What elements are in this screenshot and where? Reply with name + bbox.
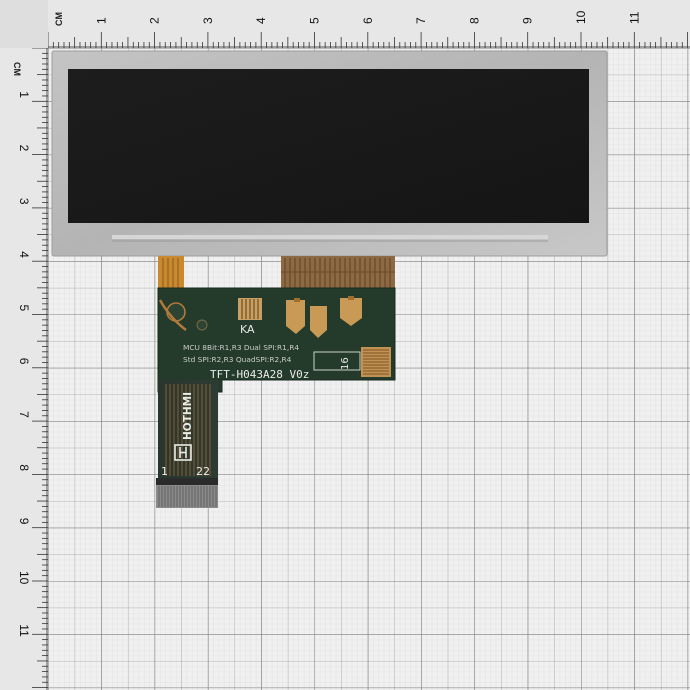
brand-label: HOTHMI bbox=[182, 392, 194, 440]
ruler-top-number: 6 bbox=[361, 17, 375, 24]
ruler-left-number: 6 bbox=[17, 358, 31, 365]
pin-label-last: 22 bbox=[196, 465, 210, 478]
pcb-label-mode-2: Std SPI:R2,R3 QuadSPI:R2,R4 bbox=[183, 355, 292, 364]
ruler-corner bbox=[0, 0, 48, 48]
lcd-module bbox=[51, 50, 608, 257]
ruler-left-number: 2 bbox=[17, 145, 31, 152]
pcb-label-ka: KA bbox=[240, 323, 255, 336]
ruler-top-number: 8 bbox=[467, 17, 481, 24]
flex-strip-right bbox=[281, 256, 395, 292]
pcb-label-16: 16 bbox=[340, 357, 351, 370]
ruler-unit-left: CM bbox=[12, 62, 22, 76]
ruler-left-number: 4 bbox=[17, 251, 31, 258]
ruler-top-number: 2 bbox=[148, 17, 162, 24]
top-ruler: 1 2 3 4 5 6 7 8 9 10 11 bbox=[0, 0, 690, 48]
ruler-left-number: 1 bbox=[17, 91, 31, 98]
pcb-label-mode-1: MCU 8Bit:R1,R3 Dual SPI:R1,R4 bbox=[183, 343, 299, 352]
bezel-highlight bbox=[112, 235, 548, 239]
ruler-top-number: 9 bbox=[521, 17, 535, 24]
ruler-top-number: 7 bbox=[414, 17, 428, 24]
ruler-left-number: 11 bbox=[17, 624, 31, 637]
ruler-top-number: 5 bbox=[308, 17, 322, 24]
ruler-left-number: 9 bbox=[17, 518, 31, 525]
ruler-top-number: 4 bbox=[254, 17, 268, 24]
ruler-unit-top: CM bbox=[54, 12, 64, 26]
lcd-screen bbox=[68, 69, 589, 223]
ruler-left-number: 10 bbox=[17, 571, 31, 585]
photo-canvas: 1 2 3 4 5 6 7 8 9 10 11 1234567891011 CM CM bbox=[0, 0, 690, 690]
ruler-left-number: 7 bbox=[17, 411, 31, 418]
pin-label-first: 1 bbox=[161, 465, 168, 478]
ruler-left-number: 5 bbox=[17, 305, 31, 312]
ruler-top-number: 10 bbox=[574, 10, 588, 24]
ruler-top-number: 1 bbox=[94, 17, 108, 24]
left-ruler: 1 2 3 4 5 6 7 8 9 10 11 bbox=[0, 0, 48, 690]
ruler-left-number: 3 bbox=[17, 198, 31, 205]
pcb-model-label: TFT-H043A28 V0z bbox=[210, 368, 309, 381]
product-photo: 1 2 3 4 5 6 7 8 9 10 11 1 2 3 4 5 6 7 8 9 10 11 CM CM bbox=[0, 0, 690, 690]
ruler-top-number: 11 bbox=[627, 11, 641, 24]
ruler-top-number: 3 bbox=[201, 17, 215, 24]
ruler-left-number: 8 bbox=[17, 464, 31, 471]
